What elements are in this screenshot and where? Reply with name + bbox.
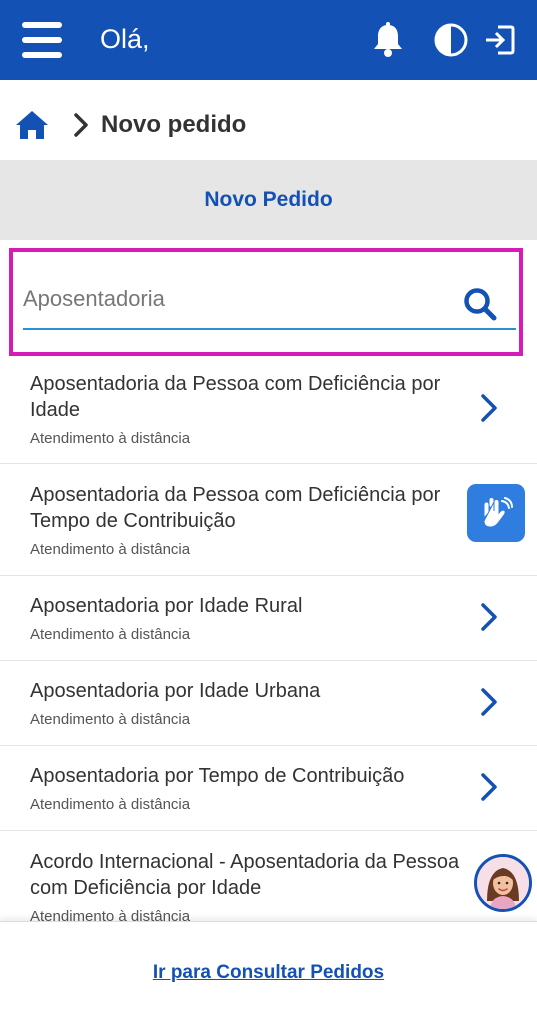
item-title: Acordo Internacional - Aposentadoria da …	[30, 851, 460, 899]
breadcrumb-current: Novo pedido	[101, 111, 247, 138]
search-underline	[23, 328, 516, 330]
item-title: Aposentadoria por Tempo de Contribuição	[30, 765, 405, 787]
list-item[interactable]: Aposentadoria da Pessoa com Deficiência …	[0, 360, 537, 464]
item-title: Aposentadoria por Idade Urbana	[30, 680, 321, 702]
list-item[interactable]: Aposentadoria por Idade Rural Atendiment…	[0, 576, 537, 661]
item-title: Aposentadoria da Pessoa com Deficiência …	[30, 484, 441, 532]
item-title: Aposentadoria por Idade Rural	[30, 595, 303, 617]
list-item[interactable]: Aposentadoria da Pessoa com Deficiência …	[0, 464, 537, 576]
chevron-right-icon	[481, 603, 497, 631]
search-container	[9, 248, 523, 356]
item-subtitle: Atendimento à distância	[30, 626, 191, 643]
item-subtitle: Atendimento à distância	[30, 430, 191, 447]
chevron-right-icon	[481, 688, 497, 716]
item-subtitle: Atendimento à distância	[30, 711, 191, 728]
top-app-bar: Olá,	[0, 0, 537, 80]
contrast-icon[interactable]	[431, 20, 471, 60]
service-list: Aposentadoria da Pessoa com Deficiência …	[0, 360, 537, 951]
breadcrumb: Novo pedido	[0, 92, 537, 158]
chevron-right-icon	[73, 110, 93, 140]
item-title: Aposentadoria da Pessoa com Deficiência …	[30, 373, 441, 421]
hamburger-menu-icon[interactable]	[22, 22, 62, 58]
sign-out-icon[interactable]	[479, 20, 519, 60]
item-subtitle: Atendimento à distância	[30, 541, 191, 558]
sign-language-hands-icon[interactable]	[467, 484, 525, 542]
bell-icon[interactable]	[368, 20, 408, 60]
search-icon[interactable]	[460, 284, 500, 324]
list-item[interactable]: Aposentadoria por Idade Urbana Atendimen…	[0, 661, 537, 746]
chevron-right-icon	[481, 394, 497, 422]
list-item[interactable]: Aposentadoria por Tempo de Contribuição …	[0, 746, 537, 831]
section-header: Novo Pedido	[0, 160, 537, 240]
greeting-text: Olá,	[100, 24, 150, 54]
chevron-right-icon	[481, 773, 497, 801]
search-input[interactable]	[23, 274, 441, 324]
footer: Ir para Consultar Pedidos	[0, 921, 537, 1024]
section-title: Novo Pedido	[204, 188, 333, 211]
home-icon[interactable]	[13, 107, 51, 143]
virtual-assistant-avatar[interactable]	[474, 854, 532, 912]
consult-requests-link[interactable]: Ir para Consultar Pedidos	[153, 962, 384, 984]
item-subtitle: Atendimento à distância	[30, 796, 191, 813]
